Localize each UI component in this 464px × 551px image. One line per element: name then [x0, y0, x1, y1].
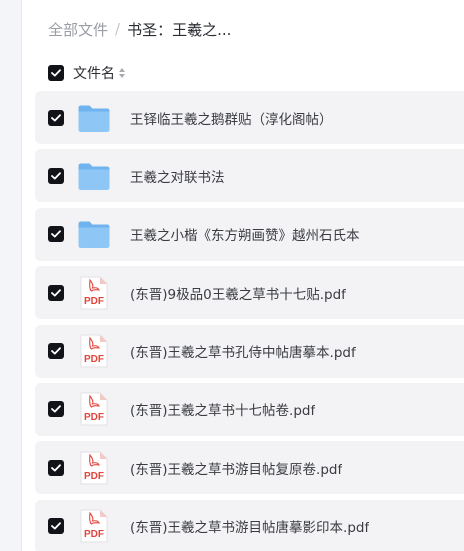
- pdf-badge-label: PDF: [84, 471, 104, 482]
- pdf-file-icon: PDF: [77, 392, 111, 426]
- file-name[interactable]: (东晋)王羲之草书十七帖卷.pdf: [130, 399, 315, 419]
- file-checkbox[interactable]: [48, 401, 64, 418]
- checkmark-icon: [51, 69, 61, 77]
- pdf-badge-label: PDF: [84, 354, 104, 365]
- breadcrumb-current-folder: 书圣：王羲之...: [127, 20, 232, 39]
- breadcrumb-separator: /: [115, 20, 121, 38]
- left-sidebar-strip: [0, 0, 22, 551]
- file-row[interactable]: PDF (东晋)王羲之草书游目帖唐摹影印本.pdf: [35, 499, 464, 551]
- file-row[interactable]: 王羲之小楷《东方朔画赞》越州石氏本: [35, 207, 464, 261]
- pdf-badge-label: PDF: [84, 412, 104, 423]
- file-checkbox[interactable]: [48, 167, 64, 184]
- file-row[interactable]: 王铎临王羲之鹅群贴（淳化阁帖）: [35, 91, 464, 144]
- folder-icon: [77, 101, 111, 135]
- file-name[interactable]: (东晋)王羲之草书孔侍中帖唐摹本.pdf: [130, 341, 356, 361]
- pdf-file-icon: PDF: [77, 276, 111, 310]
- pdf-file-icon: PDF: [77, 451, 111, 485]
- checkmark-icon: [51, 464, 61, 472]
- file-checkbox[interactable]: [48, 109, 64, 126]
- folder-icon: [77, 217, 111, 251]
- file-name[interactable]: (东晋)9极品0王羲之草书十七贴.pdf: [130, 283, 346, 303]
- file-list: 王铎临王羲之鹅群贴（淳化阁帖） 王羲之对联书法王羲之小楷《东方朔画赞》越州石氏本 P…: [35, 91, 464, 551]
- pdf-badge-label: PDF: [84, 296, 104, 307]
- checkmark-icon: [51, 288, 61, 297]
- select-all-checkbox[interactable]: [48, 65, 64, 81]
- column-header-filename[interactable]: 文件名: [73, 63, 115, 83]
- file-name[interactable]: (东晋)王羲之草书游目帖复原卷.pdf: [130, 458, 342, 478]
- breadcrumb-root-link[interactable]: 全部文件: [48, 19, 108, 40]
- checkmark-icon: [51, 113, 61, 121]
- folder-icon: [77, 159, 111, 193]
- file-row[interactable]: PDF (东晋)王羲之草书游目帖复原卷.pdf: [35, 441, 464, 495]
- file-checkbox[interactable]: [48, 284, 64, 301]
- pdf-badge-label: PDF: [84, 529, 104, 540]
- pdf-file-icon: PDF: [77, 334, 111, 368]
- file-checkbox[interactable]: [48, 518, 64, 535]
- file-row[interactable]: PDF (东晋)王羲之草书孔侍中帖唐摹本.pdf: [35, 324, 464, 378]
- file-checkbox[interactable]: [48, 343, 64, 360]
- checkmark-icon: [51, 405, 61, 413]
- file-name[interactable]: (东晋)王羲之草书游目帖唐摹影印本.pdf: [130, 516, 369, 536]
- file-checkbox[interactable]: [48, 459, 64, 476]
- file-checkbox[interactable]: [48, 226, 64, 243]
- checkmark-icon: [51, 172, 61, 180]
- checkmark-icon: [51, 230, 61, 238]
- file-row[interactable]: PDF (东晋)9极品0王羲之草书十七贴.pdf: [35, 266, 464, 320]
- pdf-file-icon: PDF: [77, 509, 111, 543]
- file-name[interactable]: 王羲之小楷《东方朔画赞》越州石氏本: [130, 224, 360, 244]
- file-row[interactable]: 王羲之对联书法: [35, 149, 464, 203]
- file-name[interactable]: 王羲之对联书法: [130, 166, 225, 186]
- file-row[interactable]: PDF (东晋)王羲之草书十七帖卷.pdf: [35, 382, 464, 436]
- checkmark-icon: [51, 522, 61, 530]
- file-name[interactable]: 王铎临王羲之鹅群贴（淳化阁帖）: [130, 108, 333, 128]
- checkmark-icon: [51, 347, 61, 355]
- sort-icon[interactable]: [119, 68, 125, 78]
- file-list-header: 文件名: [48, 62, 125, 84]
- breadcrumb: 全部文件 / 书圣：王羲之...: [48, 18, 231, 40]
